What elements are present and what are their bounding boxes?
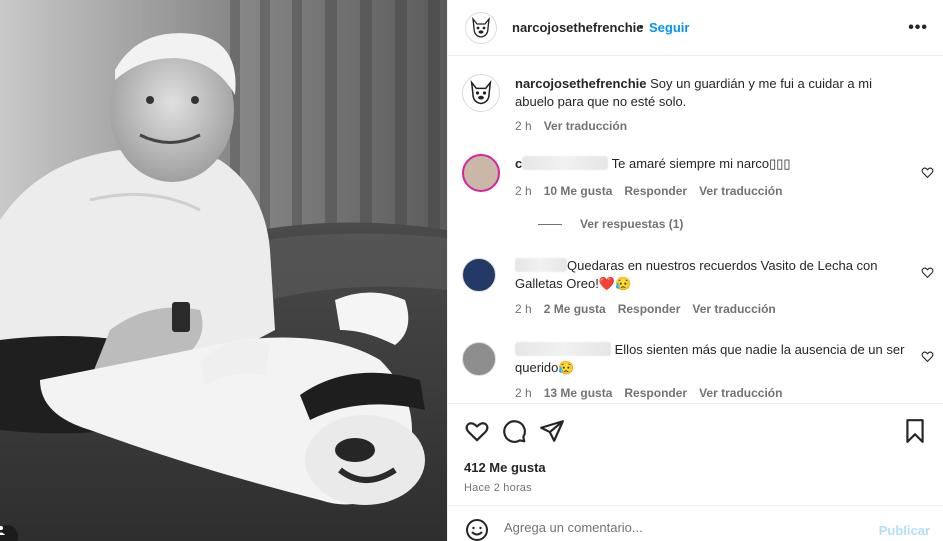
comment-body: Ellos sienten más que nadie la ausencia … <box>515 341 905 377</box>
caption-body: narcojosethefrenchie Soy un guardián y m… <box>515 75 900 111</box>
caption-avatar[interactable] <box>462 74 500 112</box>
follow-button[interactable]: Seguir <box>649 20 689 35</box>
reply-button[interactable]: Responder <box>624 184 687 198</box>
separator-dot: • <box>639 19 644 34</box>
caption-meta: 2 h Ver traducción <box>515 119 627 133</box>
add-comment-bar: Publicar <box>448 505 943 541</box>
caption-translate-button[interactable]: Ver traducción <box>544 119 627 133</box>
replies-line <box>538 223 562 225</box>
like-count[interactable]: 412 Me gusta <box>464 460 546 475</box>
comment-body: Quedaras en nuestros recuerdos Vasito de… <box>515 257 905 293</box>
comment-input[interactable] <box>504 520 844 535</box>
post-details-panel: narcojosethefrenchie • Seguir ••• narcoj… <box>447 0 943 541</box>
comment-meta: 2 h 2 Me gusta Responder Ver traducción <box>515 302 776 316</box>
frenchie-logo-icon <box>472 16 490 38</box>
comment-meta: 2 h 10 Me gusta Responder Ver traducción <box>515 184 782 198</box>
publish-button[interactable]: Publicar <box>879 523 930 538</box>
comment-body: c Te amaré siempre mi narco▯▯▯ <box>515 155 895 173</box>
redacted-username <box>515 258 567 272</box>
author-avatar[interactable] <box>465 12 497 44</box>
post-timestamp[interactable]: Hace 2 horas <box>464 482 532 494</box>
comment-like-heart-icon[interactable] <box>921 166 934 179</box>
comment-text: Quedaras en nuestros recuerdos Vasito de… <box>515 258 878 291</box>
comment-avatar[interactable] <box>462 154 500 192</box>
comment-text: Te amaré siempre mi narco▯▯▯ <box>611 156 791 171</box>
view-replies-label: Ver respuestas (1) <box>580 217 684 231</box>
view-replies-button[interactable]: Ver respuestas (1) <box>538 217 684 231</box>
comment-like-heart-icon[interactable] <box>921 266 934 279</box>
redacted-username <box>515 342 611 356</box>
redacted-username <box>522 156 609 170</box>
translate-button[interactable]: Ver traducción <box>692 302 775 316</box>
photo-image <box>0 0 447 541</box>
comment-like-heart-icon[interactable] <box>921 350 934 363</box>
send-icon[interactable] <box>539 418 565 444</box>
smiley-icon[interactable] <box>465 518 489 541</box>
post-photo[interactable] <box>0 0 447 541</box>
comment-likes[interactable]: 2 Me gusta <box>544 302 606 316</box>
comments-list[interactable]: narcojosethefrenchie Soy un guardián y m… <box>448 57 943 402</box>
translate-button[interactable]: Ver traducción <box>699 386 782 400</box>
user-icon <box>0 526 5 535</box>
comment-username[interactable]: c <box>515 156 522 171</box>
comment-time[interactable]: 2 h <box>515 386 532 400</box>
comment-likes[interactable]: 10 Me gusta <box>544 184 613 198</box>
comment-likes[interactable]: 13 Me gusta <box>544 386 613 400</box>
reply-button[interactable]: Responder <box>624 386 687 400</box>
caption-username[interactable]: narcojosethefrenchie <box>515 76 647 91</box>
comment-time[interactable]: 2 h <box>515 302 532 316</box>
reply-button[interactable]: Responder <box>618 302 681 316</box>
post-actions: 412 Me gusta Hace 2 horas <box>448 403 943 503</box>
comment-avatar[interactable] <box>462 258 496 292</box>
caption-time[interactable]: 2 h <box>515 119 532 133</box>
comment-avatar[interactable] <box>462 342 496 376</box>
post-header: narcojosethefrenchie • Seguir ••• <box>448 0 943 56</box>
bookmark-icon[interactable] <box>902 418 928 444</box>
heart-icon[interactable] <box>464 418 490 444</box>
author-username[interactable]: narcojosethefrenchie <box>512 20 644 35</box>
comment-meta: 2 h 13 Me gusta Responder Ver traducción <box>515 386 782 400</box>
translate-button[interactable]: Ver traducción <box>699 184 782 198</box>
comment-time[interactable]: 2 h <box>515 184 532 198</box>
frenchie-logo-icon <box>470 79 492 105</box>
instagram-post-view: narcojosethefrenchie • Seguir ••• narcoj… <box>0 0 943 541</box>
more-options-icon[interactable]: ••• <box>908 19 928 37</box>
comment-icon[interactable] <box>501 418 527 444</box>
